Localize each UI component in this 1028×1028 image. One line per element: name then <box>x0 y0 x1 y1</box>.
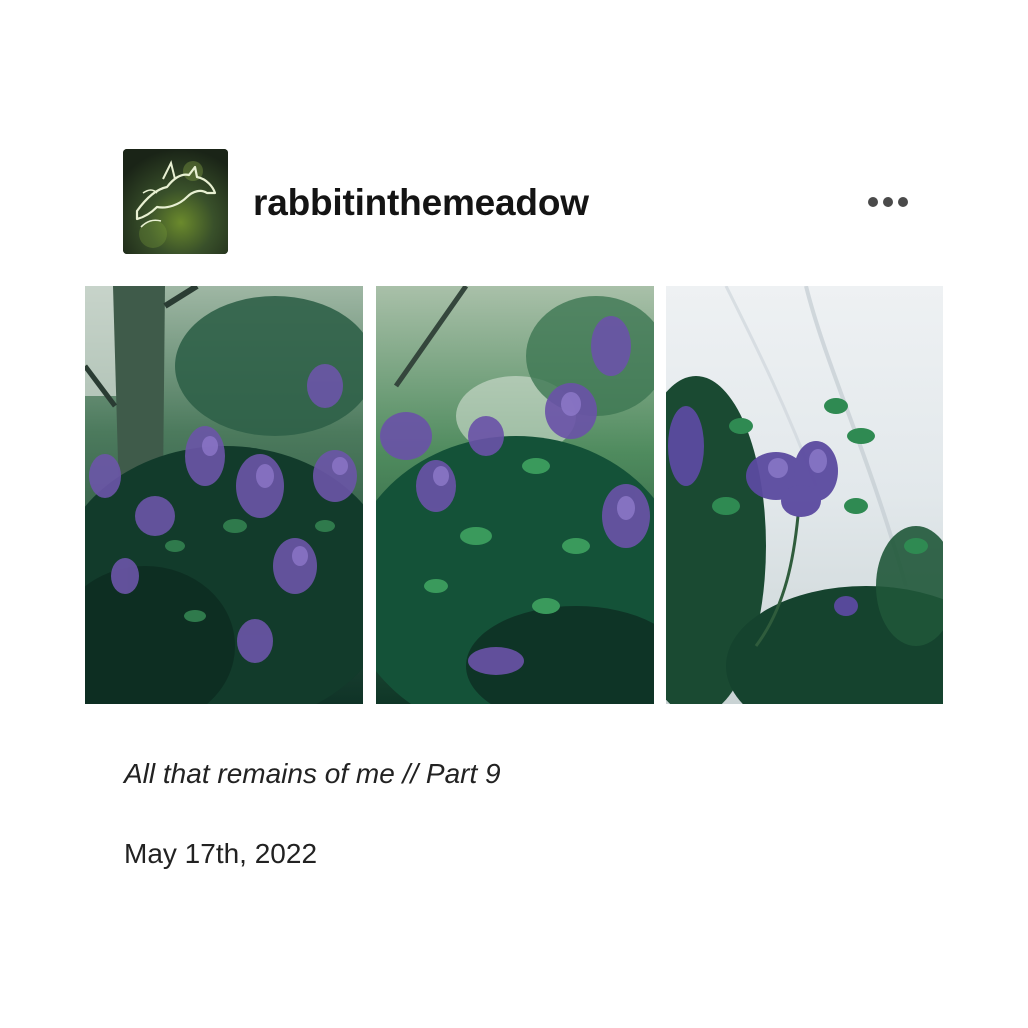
post-caption: All that remains of me // Part 9 <box>124 758 501 789</box>
post-photo-3[interactable] <box>666 286 943 704</box>
more-options-button[interactable] <box>860 186 916 218</box>
lilac-photo-image <box>85 286 363 704</box>
username[interactable]: rabbitinthemeadow <box>253 180 589 226</box>
post-photo-1[interactable] <box>85 286 363 704</box>
post-date: May 17th, 2022 <box>124 838 318 869</box>
lilac-photo-image <box>376 286 654 704</box>
avatar[interactable] <box>123 149 228 254</box>
rabbit-logo-icon <box>123 149 228 254</box>
more-horizontal-icon <box>868 197 908 207</box>
post-photo-2[interactable] <box>376 286 654 704</box>
lilac-photo-image <box>666 286 943 704</box>
post-card: rabbitinthemeadow All that remains of me… <box>0 0 1028 1028</box>
